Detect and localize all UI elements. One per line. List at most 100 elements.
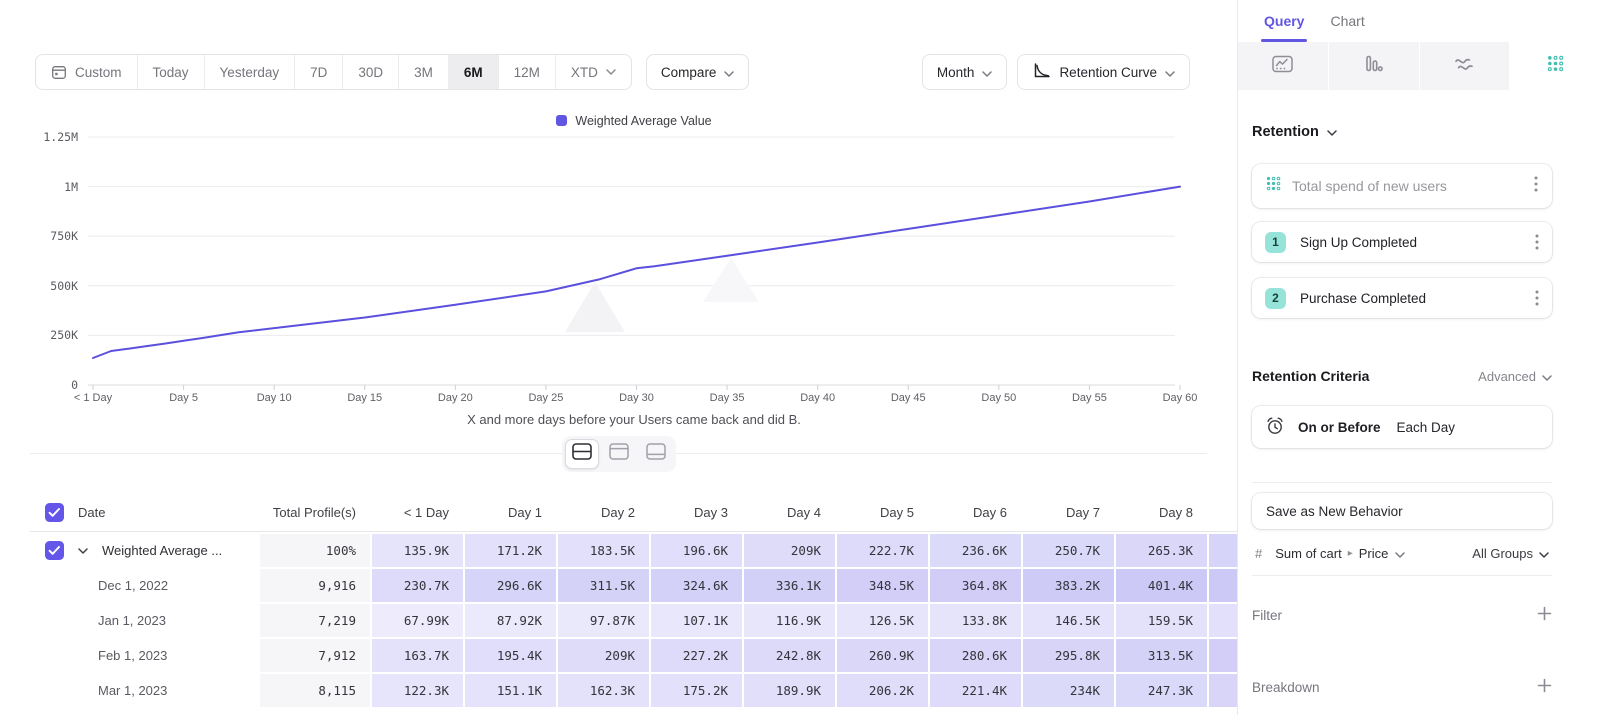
- filter-add-row[interactable]: Filter: [1252, 606, 1552, 624]
- retention-value-cell: 146.5K: [1021, 604, 1114, 637]
- retention-value-cell: 234K: [1021, 674, 1114, 707]
- clipped-value-cell: [1207, 604, 1237, 637]
- chart-type-flows[interactable]: [1420, 42, 1510, 90]
- view-toggle-chart-only[interactable]: [602, 439, 636, 469]
- retention-value-cell: 67.99K: [370, 604, 463, 637]
- retention-value-cell: 133.8K: [928, 604, 1021, 637]
- behavior-steps: 1 Sign Up Completed 2 Purchase Completed: [1252, 222, 1552, 318]
- row-label: Mar 1, 2023: [30, 683, 167, 698]
- retention-value-cell: 159.5K: [1114, 604, 1207, 637]
- column-header: Day 6: [928, 505, 1021, 520]
- advanced-dropdown[interactable]: Advanced: [1478, 369, 1552, 384]
- save-as-new-behavior-button[interactable]: Save as New Behavior: [1252, 493, 1552, 529]
- criteria-card[interactable]: On or Before Each Day: [1252, 406, 1552, 448]
- retention-value-cell: 222.7K: [835, 534, 928, 567]
- row-label: Dec 1, 2022: [30, 578, 168, 593]
- retention-dots-icon: [1266, 176, 1281, 196]
- range-30d[interactable]: 30D: [342, 55, 398, 89]
- query-sidebar: Query Chart Retention Total spend of new …: [1237, 0, 1600, 715]
- retention-value-cell: 236.6K: [928, 534, 1021, 567]
- table-row[interactable]: Feb 1, 20237,912163.7K195.4K209K227.2K24…: [30, 639, 1237, 672]
- retention-section-header[interactable]: Retention: [1252, 124, 1552, 140]
- chart-legend: Weighted Average Value: [88, 113, 1180, 131]
- retention-value-cell: 311.5K: [556, 569, 649, 602]
- column-header: Day 4: [742, 505, 835, 520]
- calendar-icon: [51, 64, 67, 80]
- tab-query[interactable]: Query: [1264, 0, 1304, 42]
- range-today[interactable]: Today: [137, 55, 204, 89]
- x-axis-tick-label: Day 15: [325, 392, 405, 404]
- table-row[interactable]: Mar 1, 20238,115122.3K151.1K162.3K175.2K…: [30, 674, 1237, 707]
- range-yesterday[interactable]: Yesterday: [204, 55, 295, 89]
- range-xtd[interactable]: XTD: [555, 55, 631, 89]
- range-3m[interactable]: 3M: [398, 55, 448, 89]
- chart-type-bar[interactable]: [1329, 42, 1419, 90]
- row-label: Jan 1, 2023: [30, 613, 166, 628]
- retention-value-cell: 151.1K: [463, 674, 556, 707]
- retention-value-cell: 116.9K: [742, 604, 835, 637]
- retention-value-cell: 189.9K: [742, 674, 835, 707]
- y-axis-tick-label: 0: [30, 377, 78, 393]
- retention-icon: [1547, 55, 1564, 77]
- chart-type-insights-line[interactable]: [1238, 42, 1328, 90]
- watermark-triangle: [703, 258, 759, 302]
- table-header-row: DateTotal Profile(s)< 1 DayDay 1Day 2Day…: [30, 494, 1237, 532]
- select-all-checkbox[interactable]: [45, 503, 64, 522]
- chart-style-dropdown[interactable]: Retention Curve: [1017, 54, 1190, 90]
- total-profiles-cell: 100%: [260, 534, 370, 567]
- metric-row[interactable]: # Sum of cart ▸ Price All Groups: [1252, 546, 1552, 561]
- save-behavior-label: Save as New Behavior: [1266, 504, 1403, 519]
- kebab-menu-icon[interactable]: [1535, 290, 1539, 306]
- legend-label: Weighted Average Value: [575, 114, 711, 128]
- plus-icon[interactable]: [1537, 606, 1552, 624]
- table-row[interactable]: Jan 1, 20237,21967.99K87.92K97.87K107.1K…: [30, 604, 1237, 637]
- table-row[interactable]: Weighted Average ...100%135.9K171.2K183.…: [30, 534, 1237, 567]
- table-row[interactable]: Dec 1, 20229,916230.7K296.6K311.5K324.6K…: [30, 569, 1237, 602]
- view-toggle-group: [562, 436, 676, 472]
- total-profiles-cell: 7,219: [260, 604, 370, 637]
- x-axis-tick-label: Day 55: [1049, 392, 1129, 404]
- groups-dropdown[interactable]: All Groups: [1472, 546, 1549, 561]
- kebab-menu-icon[interactable]: [1534, 176, 1538, 197]
- y-axis-tick-label: 500K: [30, 278, 78, 294]
- criteria-label: Retention Criteria: [1252, 368, 1369, 384]
- range-custom[interactable]: Custom: [36, 55, 137, 89]
- range-7d[interactable]: 7D: [294, 55, 342, 89]
- flows-icon: [1454, 56, 1474, 77]
- step-card[interactable]: 1 Sign Up Completed: [1252, 222, 1552, 262]
- plus-icon[interactable]: [1537, 678, 1552, 696]
- view-toggle-table-only[interactable]: [639, 439, 673, 469]
- step-card[interactable]: 2 Purchase Completed: [1252, 278, 1552, 318]
- chevron-down-icon: [1165, 65, 1175, 80]
- chevron-down-icon: [1327, 124, 1337, 140]
- expand-chevron-icon[interactable]: [78, 548, 88, 554]
- retention-value-cell: 196.6K: [649, 534, 742, 567]
- y-axis-tick-label: 750K: [30, 228, 78, 244]
- tab-chart[interactable]: Chart: [1330, 0, 1364, 42]
- column-header: Total Profile(s): [260, 505, 370, 520]
- chart-type-retention[interactable]: [1510, 42, 1600, 90]
- range-6m[interactable]: 6M: [448, 55, 498, 89]
- range-12m[interactable]: 12M: [498, 55, 555, 89]
- clipped-value-cell: [1207, 639, 1237, 672]
- view-toggle-split-view[interactable]: [565, 439, 599, 469]
- retention-value-cell: 250.7K: [1021, 534, 1114, 567]
- criteria-mode-value: Advanced: [1478, 369, 1536, 384]
- retention-value-cell: 324.6K: [649, 569, 742, 602]
- property-separator-icon: ▸: [1348, 548, 1353, 559]
- kebab-menu-icon[interactable]: [1535, 234, 1539, 250]
- x-axis-tick-label: Day 35: [687, 392, 767, 404]
- row-checkbox[interactable]: [45, 541, 64, 560]
- chevron-down-icon: [1542, 369, 1552, 384]
- y-axis-tick-label: 1M: [30, 179, 78, 195]
- divider: [1252, 482, 1552, 483]
- x-axis-tick-label: Day 10: [234, 392, 314, 404]
- compare-button[interactable]: Compare: [646, 54, 750, 90]
- column-header: < 1 Day: [370, 505, 463, 520]
- granularity-dropdown[interactable]: Month: [922, 54, 1008, 90]
- breakdown-add-row[interactable]: Breakdown: [1252, 678, 1552, 696]
- retention-table: DateTotal Profile(s)< 1 DayDay 1Day 2Day…: [30, 494, 1237, 707]
- behavior-card[interactable]: Total spend of new users: [1252, 164, 1552, 208]
- sidebar-tabs: Query Chart: [1238, 0, 1600, 42]
- x-axis-tick-label: Day 40: [778, 392, 858, 404]
